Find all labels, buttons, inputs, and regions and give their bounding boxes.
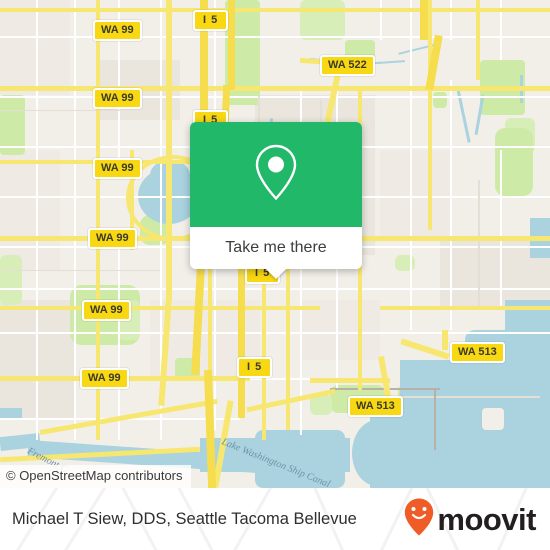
footer-place-title: Michael T Siew, DDS, Seattle Tacoma Bell… [12,509,357,528]
road-shield-i5: I 5 [193,10,229,31]
take-me-there-label: Take me there [225,239,327,256]
map-canvas[interactable]: Lake Washington Ship Canal Fremont C WA … [0,0,550,488]
moovit-logo[interactable]: moovit [403,497,536,542]
road-shield-wa99: WA 99 [93,20,142,41]
footer-bar: Michael T Siew, DDS, Seattle Tacoma Bell… [0,488,550,550]
map-attribution[interactable]: © OpenStreetMap contributors [0,465,191,488]
moovit-wordmark: moovit [437,501,536,537]
map-pin-icon [250,141,302,208]
popup-tail [265,268,287,279]
road-shield-wa99: WA 99 [93,88,142,109]
road-shield-wa513: WA 513 [348,396,403,417]
road-shield-wa99: WA 99 [88,228,137,249]
road-shield-i5: I 5 [237,357,273,378]
road-shield-wa99: WA 99 [93,158,142,179]
screenshot-root: Lake Washington Ship Canal Fremont C WA … [0,0,550,550]
take-me-there-button[interactable]: Take me there [190,227,362,269]
popup-pin-area [190,122,362,227]
road-shield-wa522: WA 522 [320,55,375,76]
road-shield-wa513: WA 513 [450,342,505,363]
destination-popup-card[interactable]: Take me there [190,122,362,279]
moovit-smiling-pin-icon [403,497,435,542]
road-shield-wa99: WA 99 [80,368,129,389]
road-shield-wa99: WA 99 [82,300,131,321]
